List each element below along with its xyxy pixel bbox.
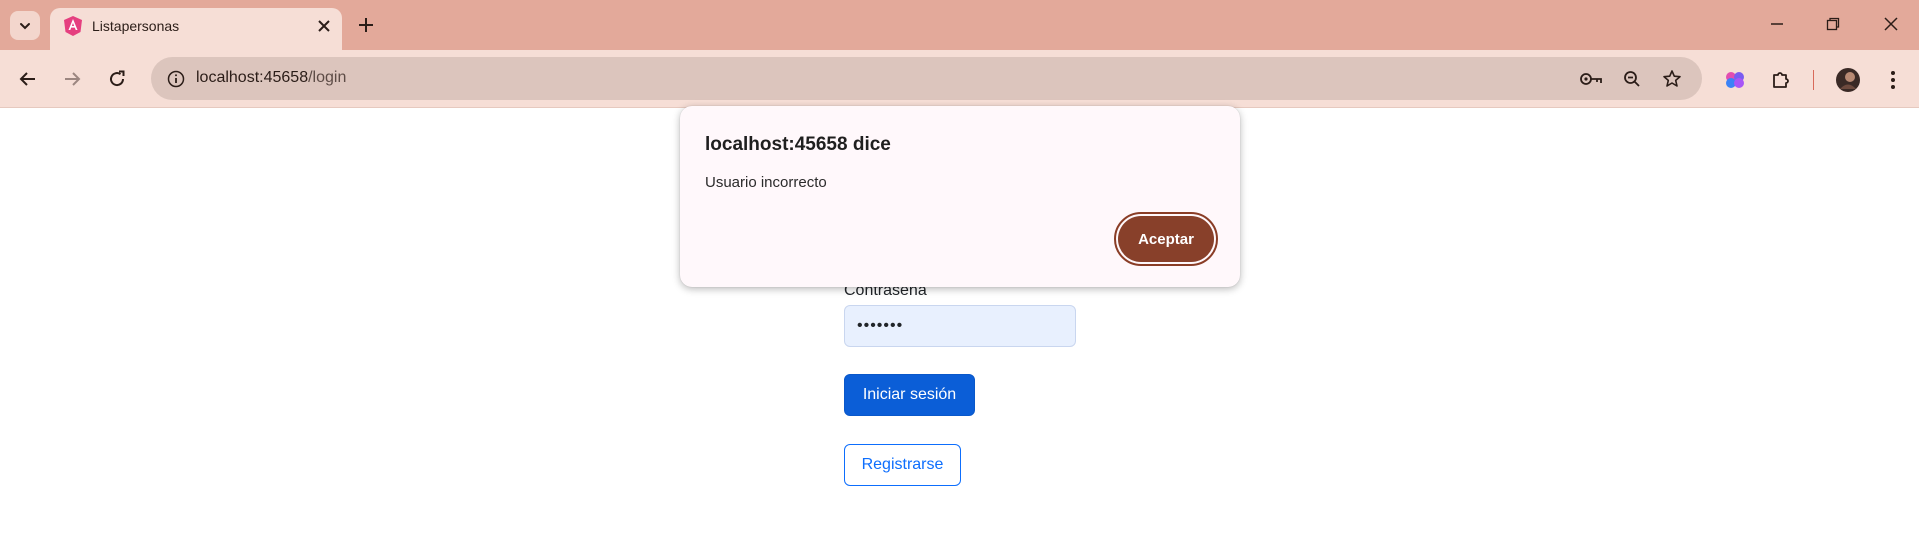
extensions-button[interactable]: [1767, 66, 1795, 94]
dialog-title: localhost:45658 dice: [705, 134, 891, 155]
reload-button[interactable]: [102, 64, 132, 94]
dialog-accept-button[interactable]: Aceptar: [1114, 212, 1218, 266]
more-vertical-icon: [1891, 71, 1895, 89]
puzzle-icon: [1773, 72, 1789, 88]
url-path: /login: [308, 69, 347, 86]
login-button[interactable]: Iniciar sesión: [844, 374, 975, 416]
tab-title: Listapersonas: [92, 18, 180, 34]
forward-button[interactable]: [57, 64, 87, 94]
browser-tab-active[interactable]: Listapersonas: [50, 8, 342, 50]
toolbar-divider: [1813, 70, 1814, 90]
minimize-icon: [1771, 23, 1783, 25]
new-tab-button[interactable]: [354, 13, 378, 37]
angular-favicon-icon: [64, 16, 82, 36]
zoom-button[interactable]: [1620, 67, 1644, 91]
register-button[interactable]: Registrarse: [844, 444, 961, 486]
chevron-down-icon: [20, 22, 30, 29]
extension-brain-button[interactable]: [1721, 66, 1749, 94]
url-host: localhost:45658: [196, 69, 309, 86]
dialog-message: Usuario incorrecto: [705, 174, 827, 191]
close-icon: [318, 20, 330, 32]
arrow-left-icon: [19, 72, 35, 86]
close-icon: [1884, 17, 1898, 31]
zoom-out-icon: [1624, 71, 1640, 87]
tab-search-button[interactable]: [10, 11, 40, 40]
restore-button[interactable]: [1820, 11, 1846, 37]
url-text: localhost:45658/login: [196, 69, 346, 87]
arrow-right-icon: [65, 72, 81, 86]
avatar-icon: [1836, 68, 1860, 92]
restore-icon: [1826, 17, 1840, 31]
close-window-button[interactable]: [1878, 11, 1904, 37]
plus-icon: [359, 18, 373, 32]
info-icon: [167, 70, 185, 88]
key-icon: [1580, 73, 1602, 85]
minimize-button[interactable]: [1764, 11, 1790, 37]
alert-dialog: localhost:45658 dice Usuario incorrecto …: [680, 106, 1240, 287]
tab-close-button[interactable]: [314, 16, 334, 36]
back-button[interactable]: [13, 64, 43, 94]
browser-toolbar: localhost:45658/login: [0, 50, 1919, 108]
password-input[interactable]: •••••••: [844, 305, 1076, 347]
password-manager-button[interactable]: [1579, 67, 1603, 91]
star-icon: [1663, 70, 1681, 87]
bookmark-button[interactable]: [1660, 67, 1684, 91]
browser-menu-button[interactable]: [1879, 66, 1907, 94]
site-info-button[interactable]: [163, 66, 189, 92]
address-bar[interactable]: localhost:45658/login: [151, 57, 1702, 100]
reload-icon: [110, 70, 125, 87]
profile-avatar[interactable]: [1834, 66, 1862, 94]
brain-icon: [1726, 72, 1744, 88]
dialog-accept-label: Aceptar: [1118, 216, 1214, 262]
browser-titlebar: Listapersonas: [0, 0, 1919, 50]
